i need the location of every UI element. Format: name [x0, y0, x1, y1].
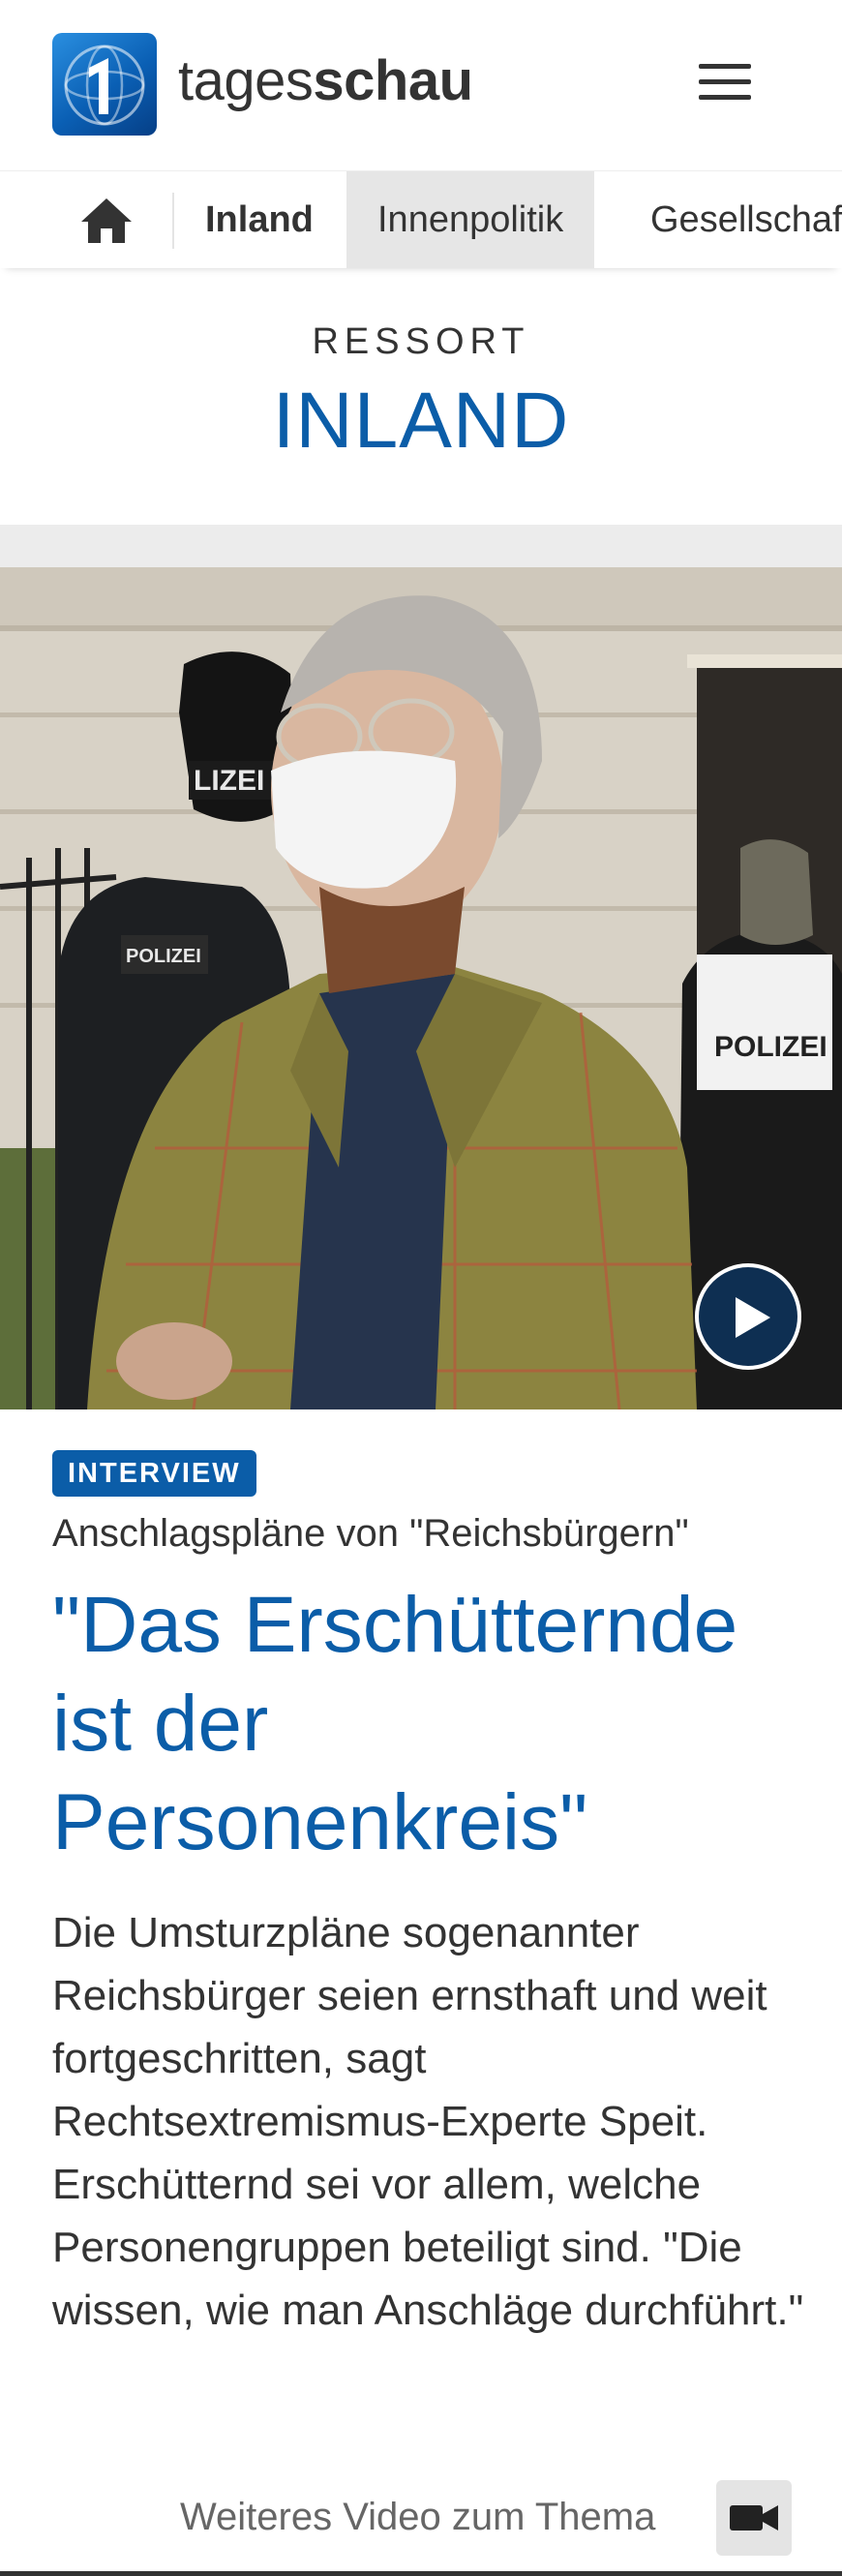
image-text-polizei-vest: POLIZEI: [126, 946, 201, 967]
image-text-polizei-mask: LIZEI: [194, 765, 264, 797]
article-teaser: Die Umsturzpläne sogenannter Reichsbürge…: [52, 1909, 804, 2334]
nav-item-innenpolitik[interactable]: Innenpolitik: [346, 171, 595, 268]
article-kicker: Anschlagspläne von "Reichsbürgern": [52, 1512, 689, 1555]
nav-item-inland[interactable]: Inland: [174, 171, 345, 268]
section-divider: [0, 525, 842, 567]
page-bottom-border: [0, 2571, 842, 2576]
interview-badge: INTERVIEW: [52, 1450, 256, 1497]
logo-text-regular: tages: [178, 49, 314, 112]
image-text-polizei-right: POLIZEI: [714, 1031, 827, 1063]
nav-item-gesellschaft[interactable]: Gesellschaft: [619, 171, 842, 268]
tagesschau-globe-icon[interactable]: [52, 33, 157, 136]
logo-text-bold: schau: [313, 49, 473, 112]
article-headline[interactable]: "Das Erschütternde ist der Personenkreis…: [52, 1576, 817, 1872]
site-logo-text[interactable]: tagesschau: [178, 48, 473, 113]
hamburger-menu-icon[interactable]: [695, 60, 755, 105]
ressort-title: INLAND: [272, 377, 570, 465]
site-header: tagesschau: [0, 0, 842, 165]
more-video-link[interactable]: Weiteres Video zum Thema: [180, 2496, 655, 2539]
home-icon[interactable]: [79, 197, 134, 245]
play-icon[interactable]: [695, 1263, 801, 1370]
video-camera-icon[interactable]: [716, 2480, 792, 2556]
section-nav: Inland Innenpolitik Gesellschaft: [0, 170, 842, 268]
ressort-label: RESSORT: [312, 321, 530, 362]
